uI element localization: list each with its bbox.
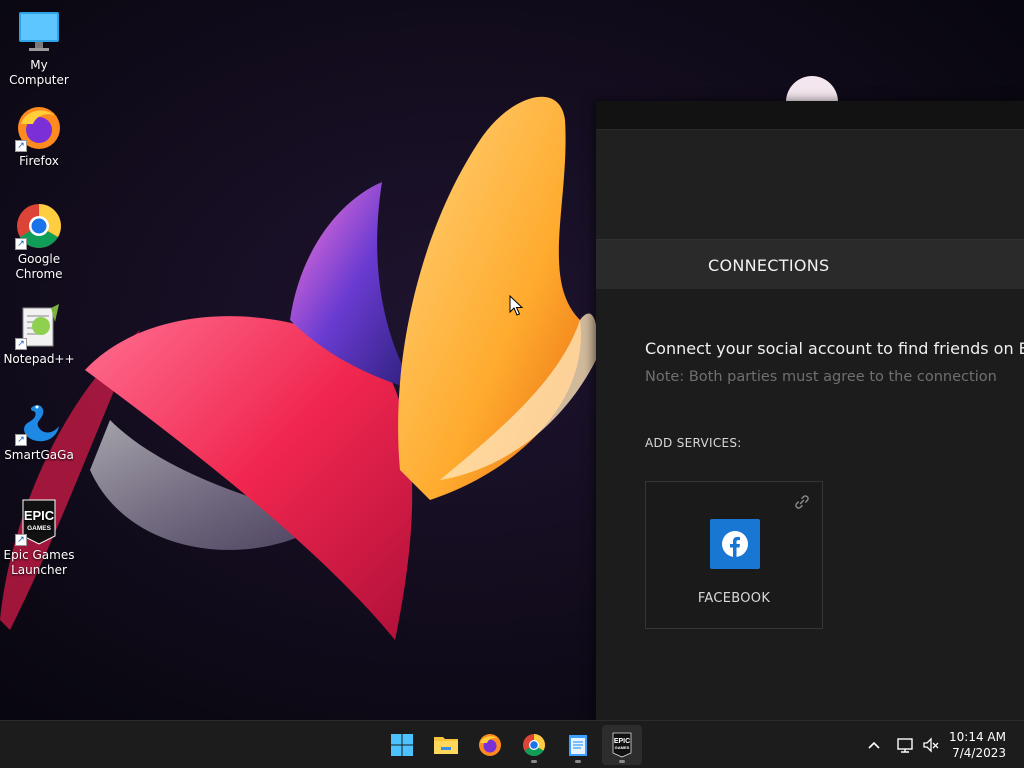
shortcut-arrow-icon: ↗ [15, 534, 27, 546]
epic-games-icon: EPIC GAMES ↗ [15, 498, 63, 546]
tab-bar: CONNECTIONS [596, 240, 1024, 290]
header-area [596, 130, 1024, 240]
facebook-label: FACEBOOK [697, 591, 771, 606]
running-indicator [575, 760, 581, 763]
taskbar-firefox[interactable] [470, 725, 510, 765]
notepad-icon [569, 735, 587, 756]
firefox-icon: ↗ [15, 104, 63, 152]
taskbar-file-explorer[interactable] [426, 725, 466, 765]
monitor-icon [15, 8, 63, 56]
desktop-icon-label: Notepad++ [3, 352, 75, 366]
swan-icon: ↗ [15, 398, 63, 446]
epic-logo-subtext: GAMES [615, 745, 630, 750]
connect-heading: Connect your social account to find frie… [645, 339, 1024, 358]
volume-muted-icon[interactable] [921, 735, 941, 755]
desktop-icon-label: Firefox [19, 154, 59, 168]
windows-logo-icon [391, 734, 413, 756]
system-clock[interactable]: 10:14 AM 7/4/2023 [949, 729, 1006, 761]
epic-games-icon: EPIC GAMES [612, 732, 632, 758]
epic-logo-subtext: GAMES [27, 525, 52, 532]
desktop-icon-smartgaga[interactable]: ↗ SmartGaGa [0, 398, 78, 463]
desktop-icon-label: Google Chrome [15, 252, 63, 281]
chrome-icon [523, 734, 545, 756]
taskbar-chrome[interactable] [514, 725, 554, 765]
link-icon [795, 495, 809, 509]
add-services-label: ADD SERVICES: [645, 436, 742, 450]
shortcut-arrow-icon: ↗ [15, 140, 27, 152]
taskbar: EPIC GAMES 10:14 AM 7/4/2023 [0, 720, 1024, 768]
shortcut-arrow-icon: ↗ [15, 338, 27, 350]
desktop-icon-google-chrome[interactable]: ↗ Google Chrome [0, 202, 78, 282]
epic-logo-text: EPIC [614, 738, 630, 745]
network-icon[interactable] [895, 735, 915, 755]
tab-connections[interactable]: CONNECTIONS [708, 256, 830, 275]
epic-logo-text: EPIC [24, 508, 55, 523]
desktop-icon-label: Epic Games Launcher [3, 548, 75, 577]
taskbar-notepad[interactable] [558, 725, 598, 765]
facebook-icon [710, 519, 760, 569]
facebook-service-card[interactable]: FACEBOOK [645, 481, 823, 629]
connections-panel: Connect your social account to find frie… [596, 289, 1024, 720]
shortcut-arrow-icon: ↗ [15, 434, 27, 446]
start-button[interactable] [382, 725, 422, 765]
clock-time: 10:14 AM [949, 730, 1006, 744]
epic-games-window: CONNECTIONS Connect your social account … [596, 101, 1024, 720]
chrome-icon: ↗ [15, 202, 63, 250]
folder-icon [434, 737, 458, 754]
running-indicator [531, 760, 537, 763]
desktop-icon-epic-games-launcher[interactable]: EPIC GAMES ↗ Epic Games Launcher [0, 498, 78, 578]
desktop-icon-firefox[interactable]: ↗ Firefox [0, 104, 78, 169]
clock-date: 7/4/2023 [952, 746, 1006, 760]
desktop-icon-label: SmartGaGa [4, 448, 74, 462]
mouse-cursor-icon [509, 295, 523, 316]
connect-note: Note: Both parties must agree to the con… [645, 369, 997, 385]
desktop-icon-my-computer[interactable]: My Computer [0, 8, 78, 88]
chevron-up-icon[interactable] [864, 735, 884, 755]
running-indicator [619, 760, 625, 763]
firefox-icon [479, 734, 501, 756]
shortcut-arrow-icon: ↗ [15, 238, 27, 250]
notepad-plus-plus-icon: ↗ [15, 302, 63, 350]
desktop-icon-label: My Computer [9, 58, 69, 87]
taskbar-epic-games[interactable]: EPIC GAMES [602, 725, 642, 765]
desktop-icon-notepad-plus-plus[interactable]: ↗ Notepad++ [0, 302, 78, 367]
window-titlebar[interactable] [596, 101, 1024, 130]
